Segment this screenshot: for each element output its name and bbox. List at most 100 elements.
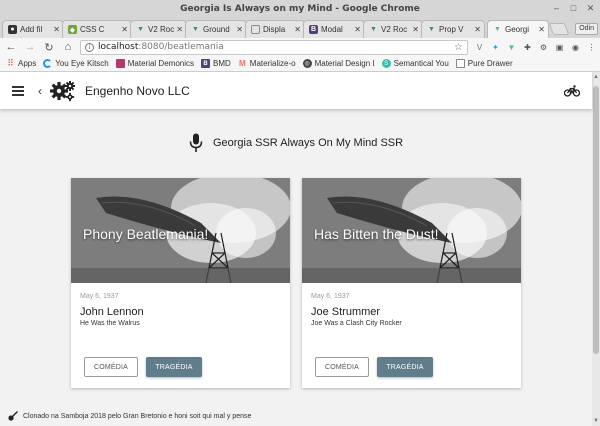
window-title: Georgia Is Always on my Mind - Google Ch… xyxy=(180,4,420,14)
extension-puzzle-icon[interactable]: ▣ xyxy=(554,42,565,53)
card-name: John Lennon xyxy=(80,306,144,318)
scroll-up-icon[interactable]: ▲ xyxy=(593,74,599,80)
card-john-lennon: Phony Beatlemania! May 6, 1937 John Lenn… xyxy=(71,178,290,388)
card-date: May 6, 1937 xyxy=(311,293,350,300)
materialize-icon: M xyxy=(238,59,246,68)
address-bar[interactable]: i localhost:8080/beatlemania ☆ xyxy=(80,39,468,55)
card-date: May 6, 1937 xyxy=(80,293,119,300)
back-arrow-icon[interactable]: ← xyxy=(3,39,19,55)
tab-close-icon[interactable]: ✕ xyxy=(474,25,481,34)
tab-close-icon[interactable]: ✕ xyxy=(121,25,128,34)
brand-name: Engenho Novo LLC xyxy=(85,83,190,98)
tab-1[interactable]: ◆ CSS C ✕ xyxy=(62,20,132,38)
hamburger-menu-icon[interactable] xyxy=(12,85,24,96)
vue-icon[interactable]: ▼ xyxy=(506,42,517,53)
vue-icon: ▼ xyxy=(494,26,501,33)
bootstrap-icon: B xyxy=(201,59,210,68)
tab-7[interactable]: ▼ Prop V ✕ xyxy=(421,20,485,38)
headline-text: Georgia SSR Always On My Mind SSR xyxy=(212,137,404,149)
tab-strip: ● Add fil ✕ ◆ CSS C ✕ ▼ V2 Roc ✕ ▼ Groun… xyxy=(0,18,600,38)
bookmark-material-demonics[interactable]: Material Demonics xyxy=(115,59,194,68)
vue-icon: ▼ xyxy=(428,26,435,33)
tragedia-button[interactable]: TRAGÉDIA xyxy=(146,357,202,377)
forward-arrow-icon[interactable]: → xyxy=(22,39,38,55)
bookmark-apps[interactable]: ⠿ Apps xyxy=(6,58,36,68)
tab-6[interactable]: ▼ V2 Roc ✕ xyxy=(363,20,423,38)
tab-0[interactable]: ● Add fil ✕ xyxy=(2,20,64,38)
footer: Clonado na Samboja 2018 pelo Gran Breton… xyxy=(0,406,592,426)
apps-grid-icon: ⠿ xyxy=(7,58,14,68)
tab-close-icon[interactable]: ✕ xyxy=(538,25,545,34)
url-path: :8080/beatlemania xyxy=(138,42,224,52)
microphone-icon[interactable] xyxy=(189,133,203,153)
new-tab-button[interactable] xyxy=(548,23,570,35)
card-subtitle: He Was the Walrus xyxy=(80,320,140,327)
url-host: localhost xyxy=(98,42,139,52)
card-hero-image: Phony Beatlemania! xyxy=(71,178,290,283)
comedia-button[interactable]: COMÉDIA xyxy=(84,357,138,377)
bicycle-icon[interactable] xyxy=(564,84,580,97)
bookmark-semantical-you[interactable]: S Semantical You xyxy=(381,59,449,68)
tab-close-icon[interactable]: ✕ xyxy=(176,25,183,34)
bookmark-pure-drawer[interactable]: Pure Drawer xyxy=(455,59,513,68)
twitter-icon[interactable]: ✦ xyxy=(490,42,501,53)
close-window-icon[interactable]: ✕ xyxy=(585,3,596,14)
chevron-left-icon[interactable]: ‹ xyxy=(38,84,42,98)
page-scrollbar[interactable]: ▲ ▼ xyxy=(592,72,600,426)
tab-close-icon[interactable]: ✕ xyxy=(294,25,301,34)
design-icon: ◎ xyxy=(302,59,312,68)
browser-toolbar: ← → ↻ ⌂ i localhost:8080/beatlemania ☆ V… xyxy=(0,38,600,56)
info-icon[interactable]: i xyxy=(85,42,94,52)
card-hero-title: Phony Beatlemania! xyxy=(83,226,209,242)
tab-close-icon[interactable]: ✕ xyxy=(412,25,419,34)
home-icon[interactable]: ⌂ xyxy=(60,39,76,55)
card-hero-image: Has Bitten the Dust! xyxy=(302,178,521,283)
kebab-menu-icon[interactable]: ⋮ xyxy=(586,42,597,53)
tragedia-button[interactable]: TRAGÉDIA xyxy=(377,357,433,377)
github-icon: ● xyxy=(8,25,17,34)
comedia-button[interactable]: COMÉDIA xyxy=(315,357,369,377)
footer-text: Clonado na Samboja 2018 pelo Gran Breton… xyxy=(23,412,252,420)
doc-icon xyxy=(251,25,260,34)
css-icon: ◆ xyxy=(68,25,77,34)
tab-5[interactable]: B Modal ✕ xyxy=(303,20,365,38)
card-hero-title: Has Bitten the Dust! xyxy=(314,226,439,242)
vue-icon: ▼ xyxy=(137,26,144,33)
tab-close-icon[interactable]: ✕ xyxy=(354,25,361,34)
loading-ring-icon xyxy=(43,59,53,68)
bookmark-star-icon[interactable]: ☆ xyxy=(454,42,463,53)
bookmark-you-eye-kitsch[interactable]: You Eye Kitsch xyxy=(43,59,109,68)
bookmark-bmd[interactable]: B BMD xyxy=(201,59,231,68)
profile-button[interactable]: Odin xyxy=(575,23,598,35)
tab-2[interactable]: ▼ V2 Roc ✕ xyxy=(130,20,187,38)
bookmarks-bar: ⠿ Apps You Eye Kitsch Material Demonics … xyxy=(0,56,600,72)
minimize-icon[interactable]: – xyxy=(551,3,562,14)
tab-3[interactable]: ▼ Ground ✕ xyxy=(185,20,247,38)
bookmark-materialize[interactable]: M Materialize-o xyxy=(238,59,296,68)
bookmark-material-design[interactable]: ◎ Material Design I xyxy=(302,59,375,68)
main-content: Georgia SSR Always On My Mind SSR Phony … xyxy=(0,109,592,406)
settings-gear-icon[interactable]: ⚙ xyxy=(538,42,549,53)
reload-icon[interactable]: ↻ xyxy=(41,39,57,55)
tab-4[interactable]: Displa ✕ xyxy=(245,20,305,38)
scroll-down-icon[interactable]: ▼ xyxy=(593,418,599,424)
vue-icon: ▼ xyxy=(370,26,377,33)
material-icon xyxy=(115,59,125,68)
tab-close-icon[interactable]: ✕ xyxy=(236,25,243,34)
window-titlebar: Georgia Is Always on my Mind - Google Ch… xyxy=(0,0,600,18)
card-name: Joe Strummer xyxy=(311,306,381,318)
app-bar: ‹ Engenho Novo LLC xyxy=(0,72,592,109)
headline: Georgia SSR Always On My Mind SSR xyxy=(0,133,592,153)
guitar-icon xyxy=(8,411,18,421)
maximize-icon[interactable]: □ xyxy=(568,3,579,14)
bootstrap-icon: B xyxy=(309,25,318,34)
page-icon xyxy=(455,59,465,68)
scrollbar-thumb[interactable] xyxy=(593,86,599,354)
tab-close-icon[interactable]: ✕ xyxy=(53,25,60,34)
ghost-icon[interactable]: ◉ xyxy=(570,42,581,53)
tab-8-active[interactable]: ▼ Georgi ✕ xyxy=(487,20,549,38)
vue-devtools-icon[interactable]: V xyxy=(474,42,485,53)
card-subtitle: Joe Was a Clash City Rocker xyxy=(311,320,402,327)
gears-logo-icon xyxy=(50,80,75,101)
extension-icon[interactable]: ✚ xyxy=(522,42,533,53)
